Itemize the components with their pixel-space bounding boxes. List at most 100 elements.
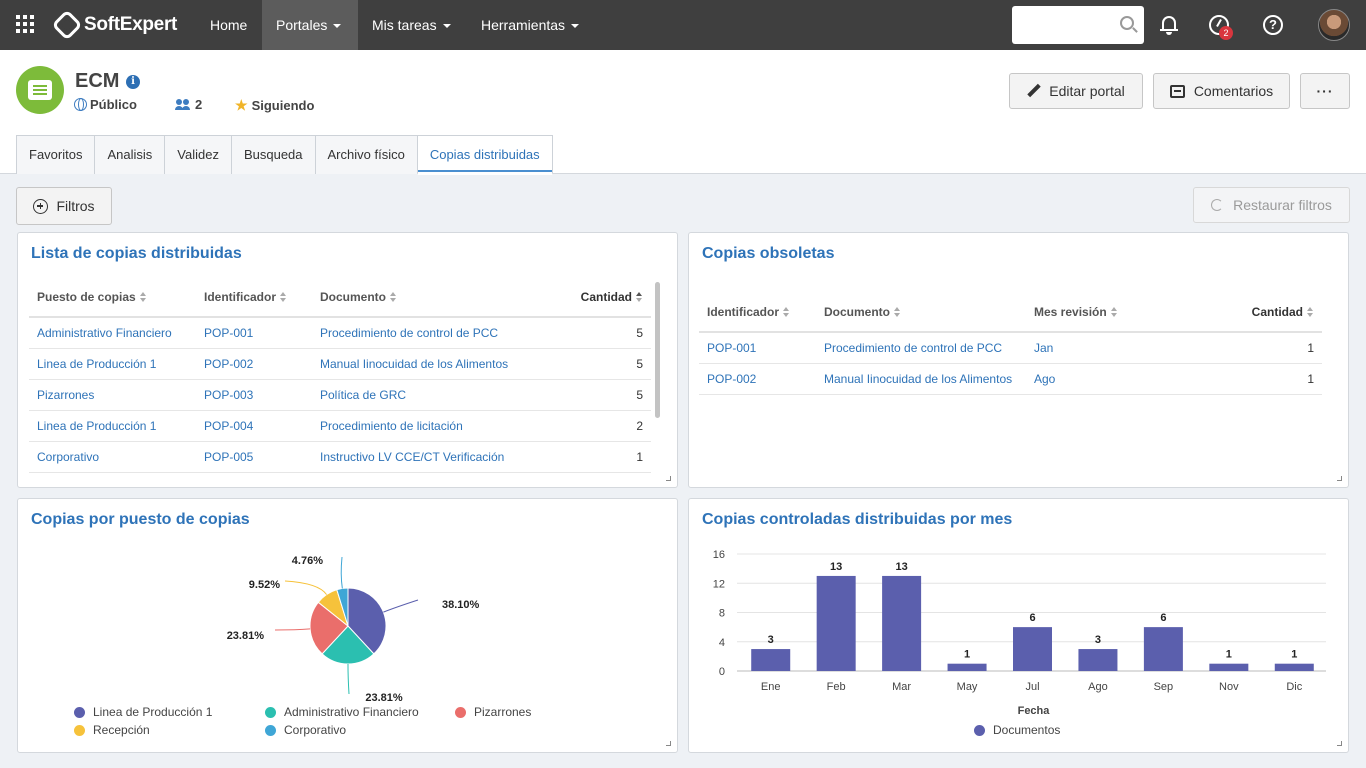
- column-header[interactable]: Cantidad: [571, 277, 651, 318]
- table-cell[interactable]: Ago: [1026, 363, 1222, 395]
- follow-status[interactable]: ★ Siguiendo: [235, 97, 314, 114]
- x-tick-label: Feb: [827, 681, 846, 693]
- column-header[interactable]: Cantidad: [1222, 292, 1322, 333]
- resize-handle-icon[interactable]: [666, 476, 671, 481]
- nav-mis-tareas[interactable]: Mis tareas: [358, 0, 465, 50]
- table-cell[interactable]: POP-001: [196, 317, 312, 349]
- table-cell[interactable]: Jan: [1026, 332, 1222, 364]
- table-cell[interactable]: Política de GRC: [312, 379, 571, 411]
- help-icon[interactable]: ?: [1262, 14, 1284, 36]
- bar-data-label: 1: [964, 649, 970, 661]
- tab-copias-distribuidas[interactable]: Copias distribuidas: [416, 135, 553, 175]
- table-cell[interactable]: POP-001: [699, 332, 816, 364]
- search-input[interactable]: [1012, 6, 1144, 44]
- column-header-label: Documento: [824, 304, 890, 319]
- sort-icon: [390, 292, 397, 303]
- nav-home[interactable]: Home: [196, 0, 261, 50]
- column-header[interactable]: Documento: [816, 292, 1026, 333]
- column-header[interactable]: Identificador: [699, 292, 816, 333]
- resize-handle-icon[interactable]: [1337, 476, 1342, 481]
- more-options-button[interactable]: ···: [1300, 73, 1350, 109]
- portal-document-icon: [16, 66, 64, 114]
- table-cell[interactable]: Corporativo: [29, 441, 196, 473]
- search-icon[interactable]: [1120, 16, 1134, 30]
- table-row[interactable]: Linea de Producción 1 POP-004 Procedimie…: [29, 410, 651, 442]
- table-row[interactable]: POP-001 Procedimiento de control de PCC …: [699, 332, 1322, 364]
- bell-icon[interactable]: [1158, 14, 1180, 36]
- legend-item[interactable]: Documentos: [974, 723, 1060, 737]
- column-header[interactable]: Puesto de copias: [29, 277, 196, 318]
- table-cell[interactable]: Procedimiento de control de PCC: [816, 332, 1026, 364]
- bar[interactable]: [1143, 627, 1183, 671]
- bar[interactable]: [1209, 663, 1249, 671]
- table-cell[interactable]: POP-005: [196, 441, 312, 473]
- table-row[interactable]: Administrativo Financiero POP-001 Proced…: [29, 317, 651, 349]
- bar[interactable]: [882, 575, 922, 671]
- table-cell[interactable]: Linea de Producción 1: [29, 410, 196, 442]
- table-cell[interactable]: POP-002: [699, 363, 816, 395]
- table-cell[interactable]: Procedimiento de control de PCC: [312, 317, 571, 349]
- table-cell[interactable]: POP-003: [196, 379, 312, 411]
- table-cell[interactable]: Procedimiento de licitación: [312, 410, 571, 442]
- bar[interactable]: [1078, 649, 1118, 671]
- obsolete-copies-table: Identificador Documento Mes revisión Can…: [699, 292, 1322, 395]
- legend-item[interactable]: Recepción: [74, 723, 150, 737]
- apps-grid-icon[interactable]: [16, 15, 36, 35]
- bar[interactable]: [751, 649, 791, 671]
- table-cell[interactable]: Administrativo Financiero: [29, 317, 196, 349]
- legend-label: Documentos: [993, 723, 1061, 737]
- table-cell: 1: [1222, 363, 1322, 395]
- column-header[interactable]: Documento: [312, 277, 571, 318]
- bar[interactable]: [816, 575, 856, 671]
- tab-busqueda[interactable]: Busqueda: [230, 135, 316, 174]
- table-cell[interactable]: Manual Iinocuidad de los Alimentos: [312, 348, 571, 380]
- table-row[interactable]: POP-002 Manual Iinocuidad de los Aliment…: [699, 363, 1322, 395]
- x-tick-label: Jul: [1025, 681, 1039, 693]
- column-header[interactable]: Mes revisión: [1026, 292, 1222, 333]
- table-cell[interactable]: Pizarrones: [29, 379, 196, 411]
- table-scrollbar[interactable]: [655, 282, 660, 418]
- bar[interactable]: [1013, 627, 1052, 671]
- edit-portal-button[interactable]: Editar portal: [1009, 73, 1143, 109]
- tab-analisis[interactable]: Analisis: [94, 135, 166, 174]
- nav-portales[interactable]: Portales: [262, 0, 358, 50]
- table-row[interactable]: Linea de Producción 1 POP-002 Manual Iin…: [29, 348, 651, 380]
- notification-badge: 2: [1219, 26, 1233, 40]
- x-tick-label: Ago: [1088, 681, 1108, 693]
- column-header[interactable]: Identificador: [196, 277, 312, 318]
- legend-item[interactable]: Linea de Producción 1: [74, 705, 212, 719]
- star-icon: ★: [235, 97, 248, 113]
- table-row[interactable]: Pizarrones POP-003 Política de GRC 5: [29, 379, 651, 411]
- table-cell[interactable]: POP-004: [196, 410, 312, 442]
- bar[interactable]: [1274, 663, 1314, 671]
- bar-data-label: 1: [1291, 649, 1297, 661]
- softexpert-logo[interactable]: SoftExpert: [51, 9, 177, 41]
- chevron-down-icon: [333, 24, 342, 29]
- table-cell[interactable]: Manual Iinocuidad de los Alimentos: [816, 363, 1026, 395]
- column-header-label: Puesto de copias: [37, 289, 136, 304]
- x-tick-label: Sep: [1154, 681, 1174, 693]
- sort-icon: [636, 292, 643, 303]
- bar[interactable]: [947, 663, 987, 671]
- comments-button[interactable]: Comentarios: [1153, 73, 1290, 109]
- nav-herramientas[interactable]: Herramientas: [467, 0, 593, 50]
- legend-item[interactable]: Pizarrones: [455, 705, 531, 719]
- legend-item[interactable]: Administrativo Financiero: [265, 705, 419, 719]
- tab-archivo-fisico[interactable]: Archivo físico: [314, 135, 418, 174]
- tab-validez[interactable]: Validez: [164, 135, 232, 174]
- filters-button[interactable]: Filtros: [16, 187, 112, 225]
- table-cell[interactable]: Instructivo LV CCE/CT Verificación: [312, 441, 571, 473]
- table-row[interactable]: Corporativo POP-005 Instructivo LV CCE/C…: [29, 441, 651, 473]
- visibility-status: Público: [74, 97, 137, 112]
- undo-icon: [1211, 199, 1224, 211]
- table-cell[interactable]: Linea de Producción 1: [29, 348, 196, 380]
- tab-favoritos[interactable]: Favoritos: [16, 135, 96, 174]
- info-icon[interactable]: i: [126, 75, 140, 89]
- restore-filters-button[interactable]: Restaurar filtros: [1193, 187, 1350, 223]
- legend-item[interactable]: Corporativo: [265, 723, 346, 737]
- avatar[interactable]: [1318, 9, 1350, 41]
- table-cell[interactable]: POP-002: [196, 348, 312, 380]
- members-count[interactable]: 2: [175, 97, 202, 112]
- bar-data-label: 6: [1029, 612, 1035, 624]
- nav-home-label: Home: [210, 17, 248, 33]
